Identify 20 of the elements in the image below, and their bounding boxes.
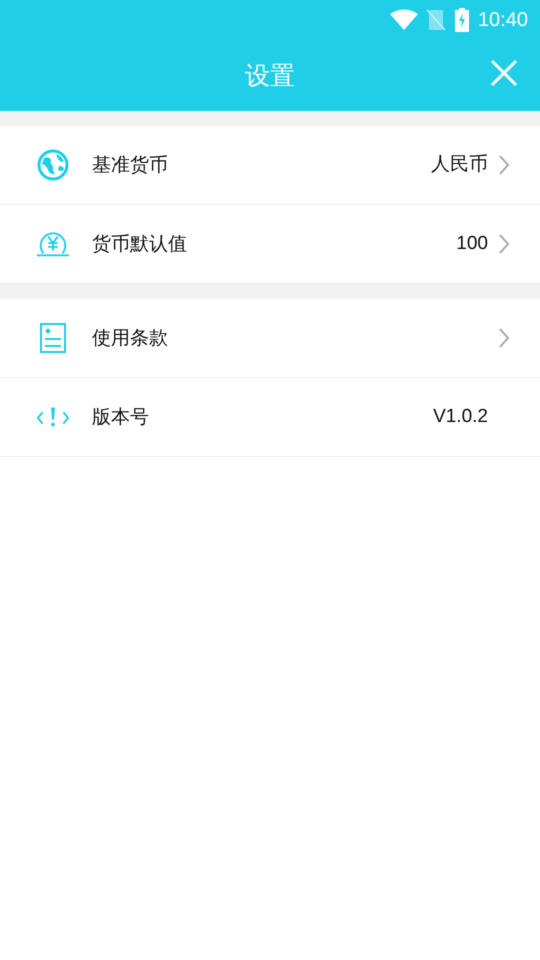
row-value: V1.0.2 bbox=[433, 404, 488, 429]
row-value: 100 bbox=[456, 232, 488, 256]
document-icon bbox=[40, 323, 66, 353]
row-label: 基准货币 bbox=[92, 152, 169, 178]
settings-row[interactable]: 使用条款 bbox=[0, 299, 540, 378]
settings-row[interactable]: 版本号 V1.0.2 bbox=[0, 378, 540, 457]
clock-time: 10:40 bbox=[478, 8, 528, 33]
globe-icon bbox=[38, 150, 68, 180]
code-exclamation-icon bbox=[36, 408, 70, 426]
settings-row[interactable]: 基准货币 人民币 bbox=[0, 126, 540, 205]
row-label: 版本号 bbox=[92, 404, 150, 430]
row-value: 人民币 bbox=[431, 152, 488, 177]
wifi-icon bbox=[390, 9, 418, 31]
row-label: 使用条款 bbox=[92, 326, 169, 351]
no-sim-icon bbox=[426, 9, 446, 31]
row-label: 货币默认值 bbox=[92, 232, 188, 257]
yen-coin-icon bbox=[36, 232, 70, 256]
battery-charging-icon bbox=[454, 8, 470, 32]
page-title: 设置 bbox=[245, 60, 295, 92]
close-button[interactable] bbox=[490, 59, 518, 87]
